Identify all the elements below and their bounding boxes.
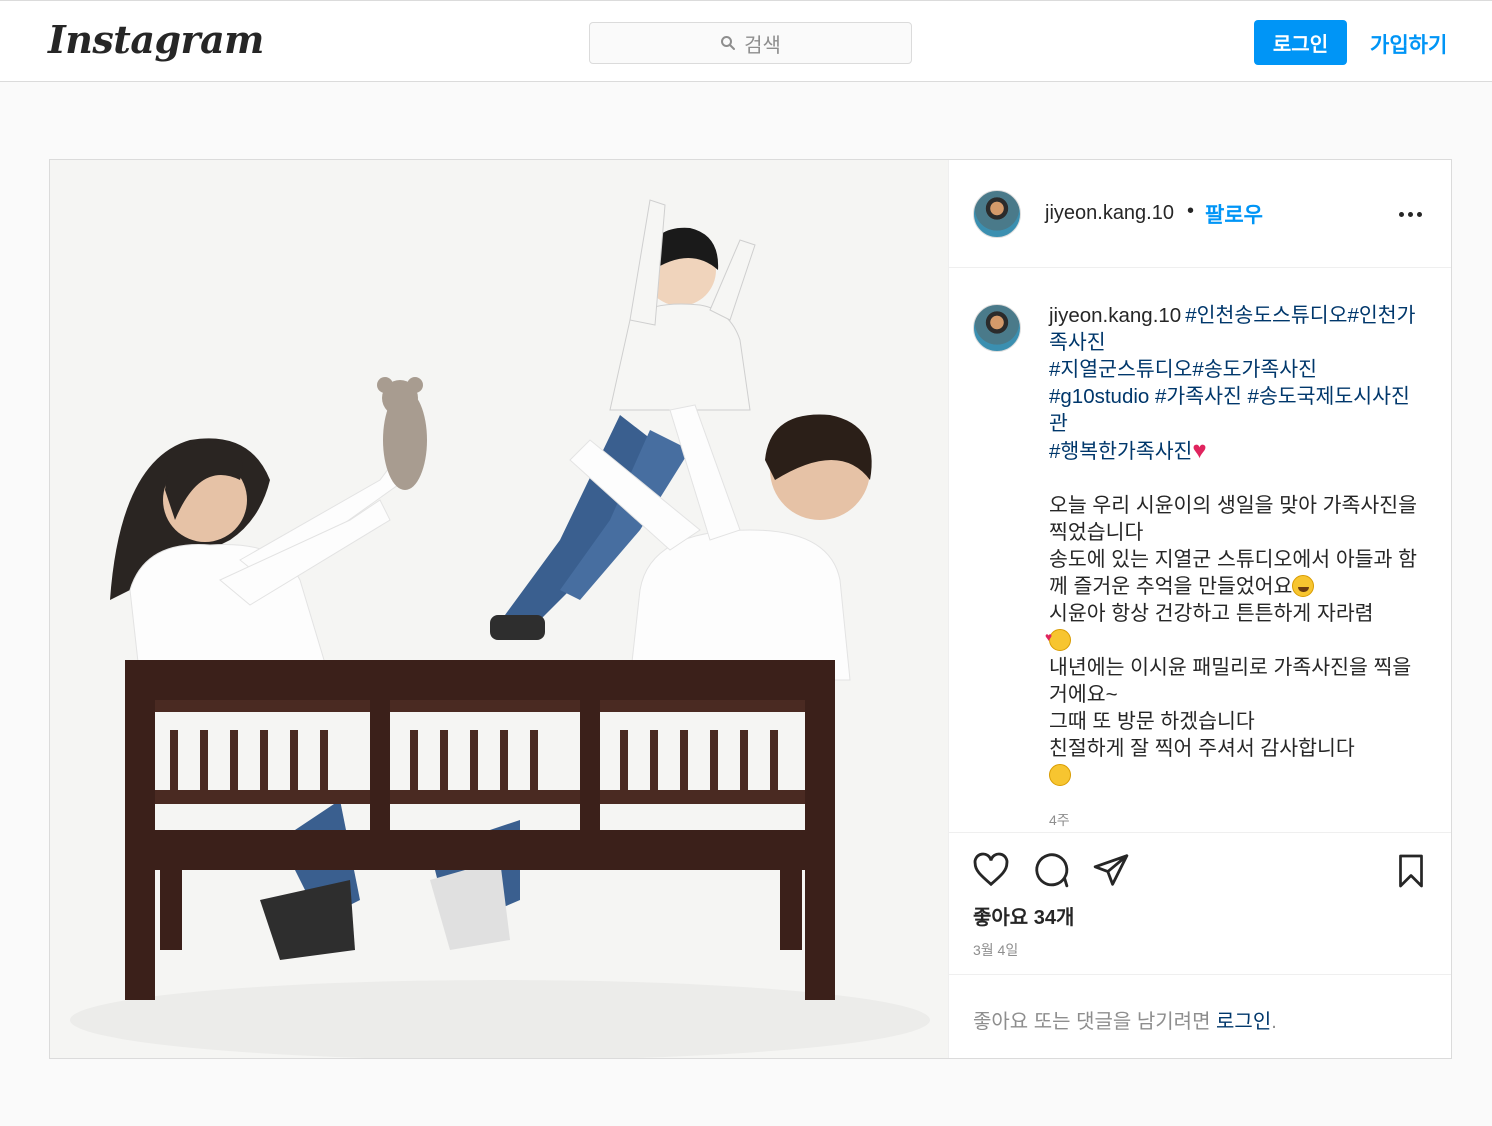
caption-age: 4주 <box>1049 812 1070 828</box>
caption-username[interactable]: jiyeon.kang.10 <box>1049 304 1181 327</box>
caption-body-line: 송도에 있는 지열군 스튜디오에서 아들과 함께 즐거운 추억을 만들었어요 <box>1049 548 1417 598</box>
family-photo-illustration <box>50 160 948 1058</box>
caption-body-line: 내년에는 이시윤 패밀리로 가족사진을 찍을거에요~ <box>1049 656 1412 706</box>
caption-body-line: 그때 또 방문 하겠습니다 <box>1049 710 1255 733</box>
red-heart-emoji: ♥ <box>1192 437 1207 464</box>
login-button[interactable]: 로그인 <box>1254 20 1347 65</box>
hashtag-line[interactable]: #행복한가족사진 <box>1049 440 1192 463</box>
hugging-face-emoji <box>1049 764 1071 786</box>
search-input[interactable]: 검색 <box>589 22 912 64</box>
caption-body-line: 친절하게 잘 찍어 주셔서 감사합니다 <box>1049 737 1355 760</box>
search-placeholder: 검색 <box>744 34 781 57</box>
instagram-logo[interactable]: Instagram <box>48 17 264 62</box>
separator-dot: • <box>1187 200 1195 222</box>
post-card: jiyeon.kang.10 • 팔로우 jiyeon.kang.10 #인천송도… <box>49 159 1452 1059</box>
caption-text: jiyeon.kang.10 #인천송도스튜디오#인천가족사진 #지열군스튜디오#… <box>1045 302 1419 789</box>
post-header: jiyeon.kang.10 • 팔로우 <box>949 160 1451 268</box>
share-icon[interactable] <box>1091 851 1131 889</box>
caption-body-line: 오늘 우리 시윤이의 생일을 맞아 가족사진을 찍었습니다 <box>1049 494 1417 544</box>
comment-period: . <box>1271 1011 1277 1033</box>
post-username[interactable]: jiyeon.kang.10 <box>1045 202 1174 225</box>
caption-section: jiyeon.kang.10 #인천송도스튜디오#인천가족사진 #지열군스튜디오#… <box>949 268 1451 832</box>
post-date: 3월 4일 <box>973 942 1019 958</box>
follow-button[interactable]: 팔로우 <box>1205 199 1263 229</box>
grinning-face-emoji <box>1292 575 1315 597</box>
hashtag-line[interactable]: #지열군스튜디오#송도가족사진 <box>1049 356 1419 383</box>
more-options-icon[interactable] <box>1399 204 1429 224</box>
likes-count[interactable]: 좋아요 34개 <box>973 901 1074 930</box>
comment-login-link[interactable]: 로그인 <box>1216 1011 1271 1033</box>
post-photo[interactable] <box>50 160 949 1058</box>
comment-prompt-text: 좋아요 또는 댓글을 남기려면 <box>973 1011 1217 1033</box>
search-icon <box>721 36 736 50</box>
post-actions: 좋아요 34개 3월 4일 <box>949 832 1451 976</box>
heart-icon[interactable] <box>971 851 1011 889</box>
hashtag-line[interactable]: #g10studio #가족사진 #송도국제도시사진관 <box>1049 383 1419 437</box>
post-side-panel: jiyeon.kang.10 • 팔로우 jiyeon.kang.10 #인천송도… <box>949 160 1451 1058</box>
comment-login-prompt: 좋아요 또는 댓글을 남기려면 로그인. <box>949 974 1451 1058</box>
signup-link[interactable]: 가입하기 <box>1370 29 1447 59</box>
user-avatar[interactable] <box>973 190 1021 238</box>
caption-user-avatar[interactable] <box>973 304 1021 352</box>
caption-body-line: 시윤아 항상 건강하고 튼튼하게 자라렴 <box>1049 602 1374 625</box>
comment-icon[interactable] <box>1031 851 1071 889</box>
top-navigation-bar: Instagram 검색 로그인 가입하기 <box>0 0 1492 82</box>
bookmark-icon[interactable] <box>1393 851 1429 891</box>
smiling-hearts-emoji <box>1045 624 1071 651</box>
